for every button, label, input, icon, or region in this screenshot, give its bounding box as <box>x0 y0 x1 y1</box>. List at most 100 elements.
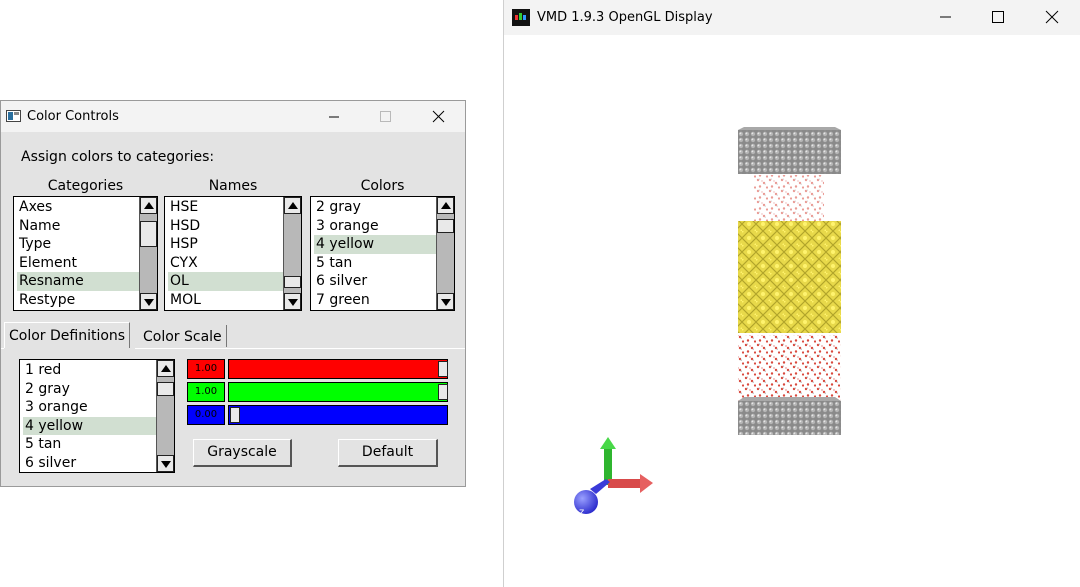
color-definitions-listbox[interactable]: 1 red 2 gray 3 orange 4 yellow 5 tan 6 s… <box>19 359 175 473</box>
scroll-thumb[interactable] <box>437 219 454 233</box>
green-slider-track[interactable] <box>228 382 448 402</box>
yellow-membrane <box>738 221 841 333</box>
red-slider-handle[interactable] <box>438 361 448 377</box>
list-item[interactable]: 1 red <box>23 361 156 380</box>
blue-slider[interactable]: 0.00 <box>187 405 448 425</box>
bottom-slab-body <box>738 401 841 435</box>
arrow-up-icon <box>144 202 154 209</box>
green-slider-handle[interactable] <box>438 384 448 400</box>
list-item[interactable]: 7 green <box>314 291 436 310</box>
maximize-icon <box>992 11 1004 23</box>
list-item[interactable]: Name <box>17 217 139 236</box>
minimize-button[interactable] <box>311 101 357 132</box>
scroll-down-button[interactable] <box>437 293 454 310</box>
green-slider[interactable]: 1.00 <box>187 382 448 402</box>
top-slab-body <box>738 130 841 174</box>
scroll-thumb[interactable] <box>157 382 174 396</box>
vmd-display-window: VMD 1.9.3 OpenGL Display z <box>503 0 1080 587</box>
list-item[interactable]: 5 tan <box>23 435 156 454</box>
y-axis-arrowhead <box>600 437 616 449</box>
blue-slider-track[interactable] <box>228 405 448 425</box>
opengl-viewport[interactable]: z <box>504 35 1080 587</box>
list-item[interactable]: 5 tan <box>314 254 436 273</box>
scroll-up-button[interactable] <box>437 197 454 214</box>
window-title: VMD 1.9.3 OpenGL Display <box>537 10 713 25</box>
minimize-icon <box>940 16 951 18</box>
tab-color-definitions[interactable]: Color Definitions <box>4 322 131 349</box>
list-item[interactable]: Restype <box>17 291 139 310</box>
list-item-selected[interactable]: Resname <box>17 272 139 291</box>
close-button[interactable] <box>415 101 461 132</box>
categories-scrollbar[interactable] <box>139 197 157 310</box>
scroll-down-button[interactable] <box>157 455 174 472</box>
scroll-up-button[interactable] <box>157 360 174 377</box>
lower-water-layer <box>738 335 841 407</box>
list-item[interactable]: 3 orange <box>314 217 436 236</box>
lower-water-molecules <box>738 335 841 407</box>
list-item[interactable]: Axes <box>17 198 139 217</box>
grayscale-button[interactable]: Grayscale <box>193 439 292 467</box>
z-axis-sphere <box>574 490 598 514</box>
red-slider-track[interactable] <box>228 359 448 379</box>
z-axis-shaft <box>590 479 610 494</box>
vmd-app-icon <box>512 9 530 26</box>
top-graphene-slab <box>738 127 841 174</box>
list-item-selected[interactable]: OL <box>168 272 283 291</box>
minimize-icon <box>329 116 339 118</box>
categories-header: Categories <box>47 178 124 194</box>
upper-water-molecules <box>754 175 824 223</box>
bottom-graphene-slab <box>738 397 841 435</box>
window-title: Color Controls <box>27 109 119 124</box>
definitions-scrollbar[interactable] <box>156 360 174 472</box>
default-button[interactable]: Default <box>338 439 438 467</box>
colors-scrollbar[interactable] <box>436 197 454 310</box>
color-controls-window: Color Controls Assign colors to categori… <box>0 100 466 487</box>
list-item-selected[interactable]: 4 yellow <box>23 416 156 435</box>
names-listbox[interactable]: HSE HSD HSP CYX OL MOL <box>164 196 302 311</box>
list-item[interactable]: MOL <box>168 291 283 310</box>
close-icon <box>432 110 445 123</box>
list-item[interactable]: 2 gray <box>23 380 156 399</box>
red-slider[interactable]: 1.00 <box>187 359 448 379</box>
colors-listbox[interactable]: 2 gray 3 orange 4 yellow 5 tan 6 silver … <box>310 196 455 311</box>
color-controls-titlebar[interactable]: Color Controls <box>1 101 465 132</box>
list-item[interactable]: HSP <box>168 235 283 254</box>
scroll-up-button[interactable] <box>284 197 301 214</box>
x-axis-shaft <box>608 479 642 488</box>
list-item[interactable]: Element <box>17 254 139 273</box>
categories-listbox[interactable]: Axes Name Type Element Resname Restype <box>13 196 158 311</box>
maximize-button[interactable] <box>974 0 1020 35</box>
scroll-down-button[interactable] <box>140 293 157 310</box>
list-item[interactable]: Type <box>17 235 139 254</box>
list-item[interactable]: 2 gray <box>314 198 436 217</box>
scroll-thumb[interactable] <box>140 221 157 247</box>
names-header: Names <box>208 178 258 194</box>
list-item[interactable]: CYX <box>168 254 283 273</box>
list-item[interactable]: 3 orange <box>23 398 156 417</box>
tab-color-scale[interactable]: Color Scale <box>139 325 227 347</box>
blue-value: 0.00 <box>187 405 225 425</box>
vmd-titlebar[interactable]: VMD 1.9.3 OpenGL Display <box>504 0 1080 35</box>
blue-slider-handle[interactable] <box>230 407 240 423</box>
scroll-thumb[interactable] <box>284 276 301 288</box>
list-item[interactable]: HSE <box>168 198 283 217</box>
names-scrollbar[interactable] <box>283 197 301 310</box>
arrow-down-icon <box>144 299 154 306</box>
green-value: 1.00 <box>187 382 225 402</box>
upper-water-layer <box>754 175 824 223</box>
top-slab-edge <box>738 127 841 130</box>
active-tab-gap <box>4 348 135 349</box>
z-axis-label: z <box>579 507 584 518</box>
maximize-button[interactable] <box>361 101 407 132</box>
close-button[interactable] <box>1028 0 1074 35</box>
scroll-down-button[interactable] <box>284 293 301 310</box>
bottom-slab-edge <box>738 397 841 401</box>
scroll-up-button[interactable] <box>140 197 157 214</box>
list-item[interactable]: 6 silver <box>23 454 156 473</box>
red-value: 1.00 <box>187 359 225 379</box>
minimize-button[interactable] <box>922 0 968 35</box>
arrow-down-icon <box>161 461 171 468</box>
list-item[interactable]: HSD <box>168 217 283 236</box>
list-item[interactable]: 6 silver <box>314 272 436 291</box>
list-item-selected[interactable]: 4 yellow <box>314 235 436 254</box>
